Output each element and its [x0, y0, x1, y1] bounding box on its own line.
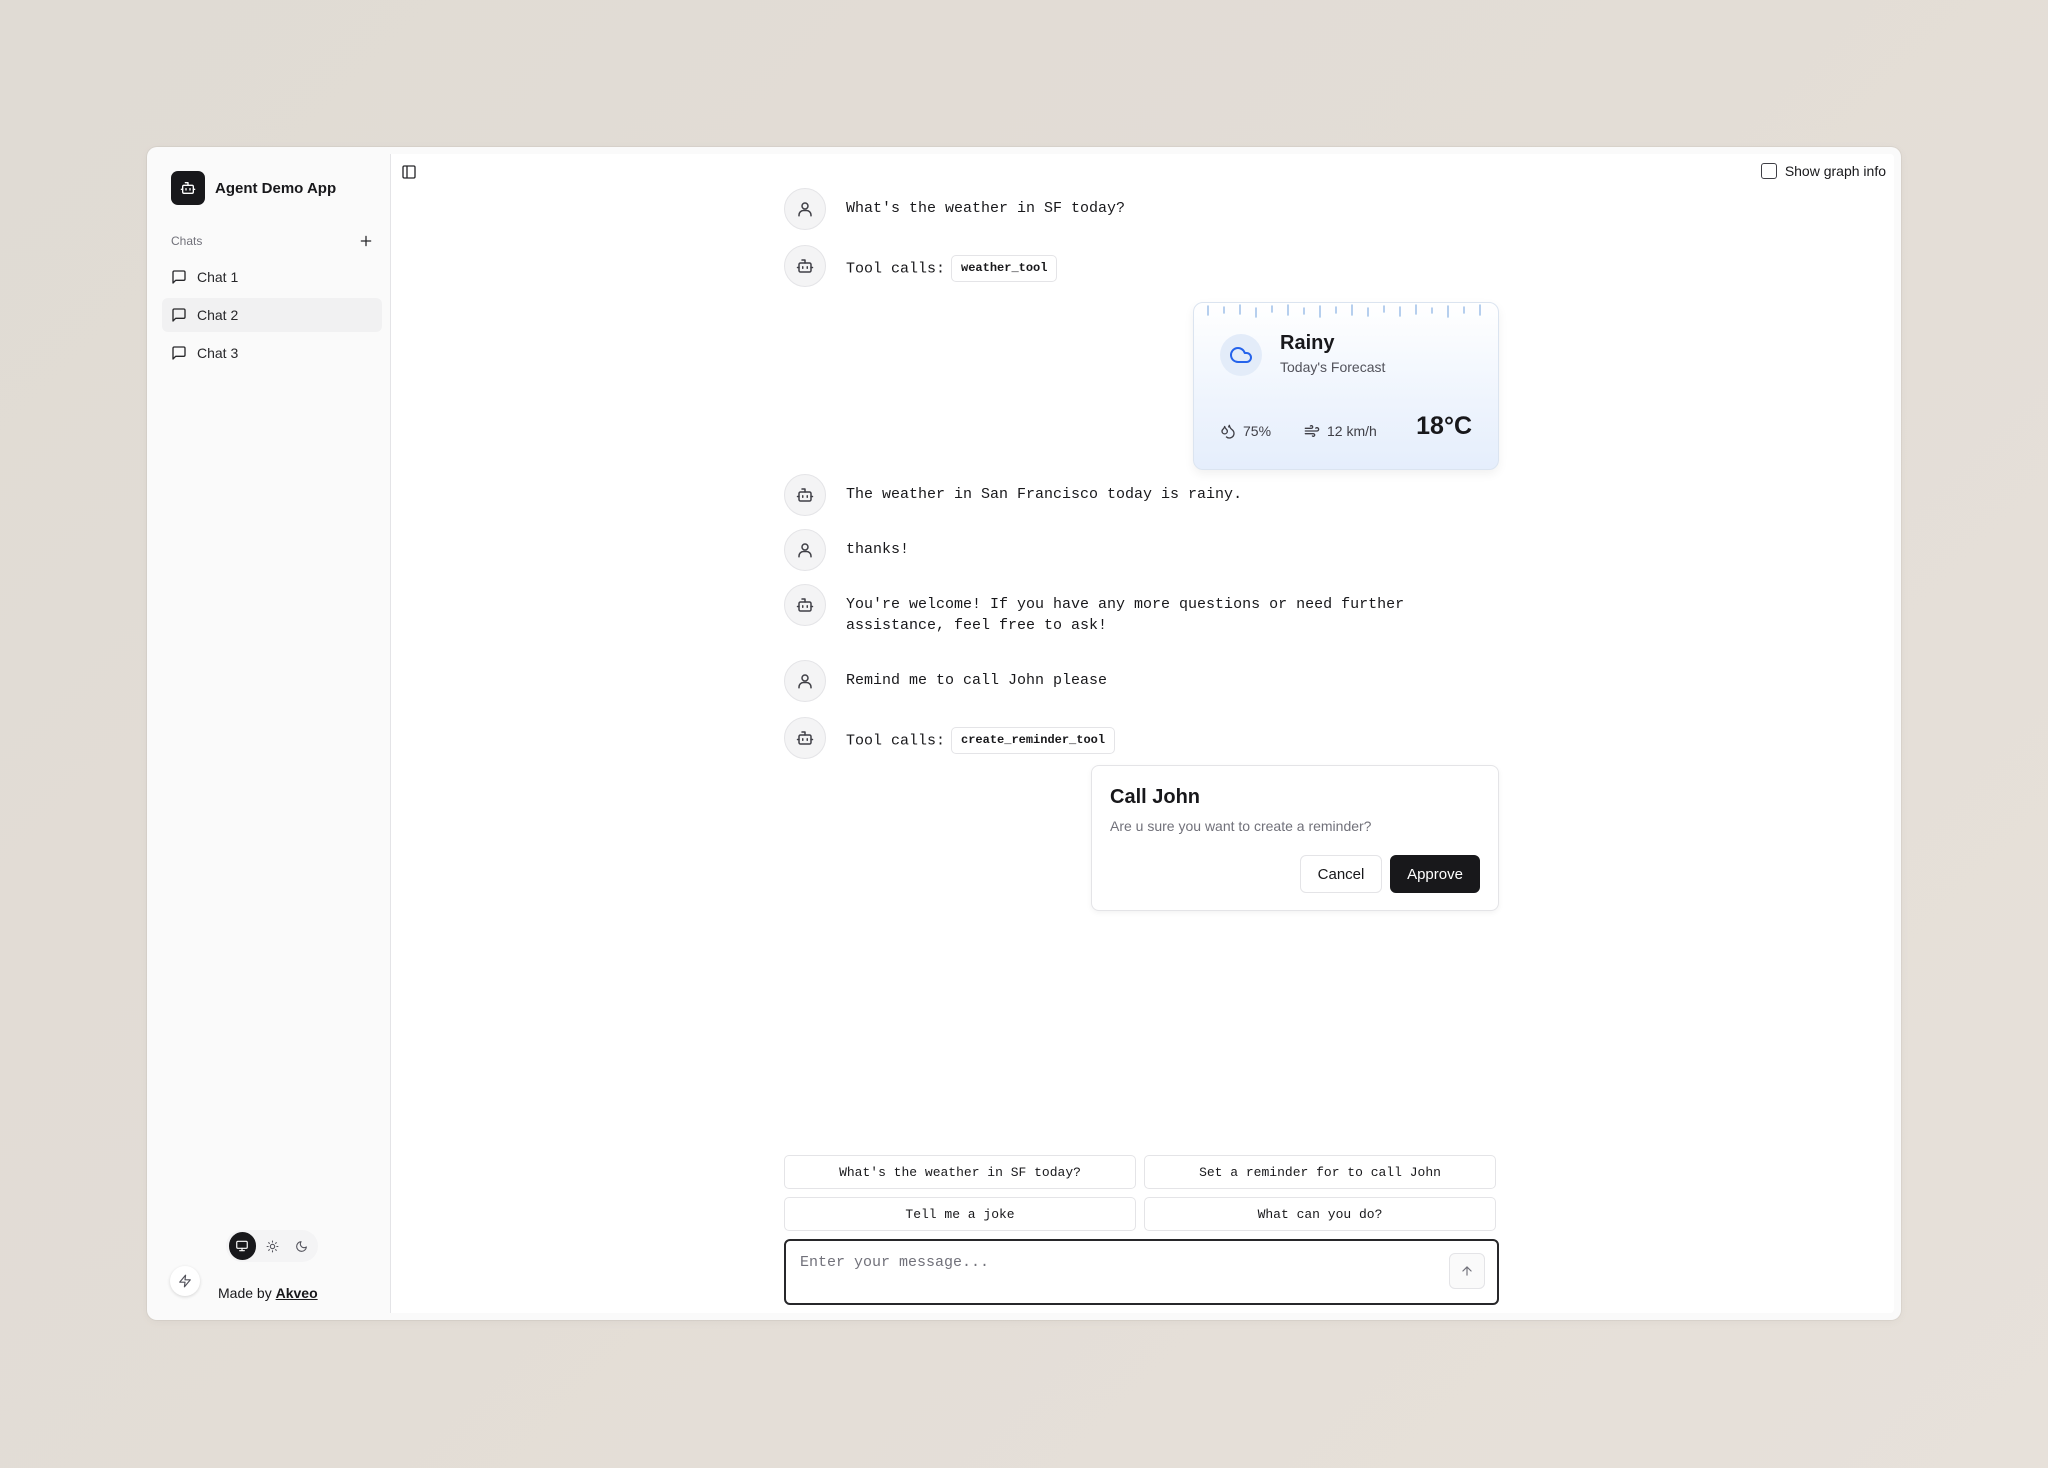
user-avatar	[784, 529, 826, 571]
sidebar: Agent Demo App Chats Chat 1 Chat 2 Chat …	[154, 154, 391, 1313]
suggestion-button[interactable]: Set a reminder for to call John	[1144, 1155, 1496, 1189]
message-text: thanks!	[846, 541, 910, 558]
message-square-icon	[172, 346, 186, 360]
new-chat-button[interactable]	[358, 233, 374, 249]
message-square-icon	[172, 308, 186, 322]
user-avatar	[784, 660, 826, 702]
bot-avatar	[784, 474, 826, 516]
approve-button[interactable]: Approve	[1390, 855, 1480, 893]
show-graph-info-toggle[interactable]: Show graph info	[1760, 163, 1886, 179]
bot-icon	[796, 731, 814, 745]
panel-left-icon	[402, 165, 416, 179]
app-window: Agent Demo App Chats Chat 1 Chat 2 Chat …	[147, 147, 1901, 1320]
bot-avatar	[784, 584, 826, 626]
made-by-credit: Made by Akveo	[218, 1285, 318, 1301]
tool-calls-label: Tool calls:	[846, 732, 946, 750]
humidity-value: 75%	[1243, 423, 1272, 439]
app-title: Agent Demo App	[215, 179, 337, 197]
akveo-link[interactable]: Akveo	[276, 1285, 318, 1301]
tool-chip-weather: weather_tool	[951, 255, 1058, 282]
toggle-sidebar-button[interactable]	[401, 164, 419, 182]
chat-main: Show graph info What's the weather in SF…	[391, 154, 1894, 1313]
graph-info-label: Show graph info	[1784, 163, 1886, 179]
bot-icon	[171, 171, 205, 205]
message-assistant-tool-call: Tool calls: create_reminder_tool	[784, 717, 1446, 759]
bot-icon	[796, 598, 814, 612]
bot-avatar	[784, 717, 826, 759]
bot-icon	[796, 488, 814, 502]
weather-condition: Rainy	[1280, 332, 1335, 354]
message-assistant: The weather in San Francisco today is ra…	[784, 474, 1446, 516]
arrow-up-icon	[1462, 1266, 1472, 1276]
droplets-icon	[1221, 424, 1235, 439]
sidebar-item-chat-1[interactable]: Chat 1	[162, 260, 382, 294]
sidebar-item-chat-2[interactable]: Chat 2	[162, 298, 382, 332]
sun-icon	[266, 1240, 278, 1252]
chat-list: Chat 1 Chat 2 Chat 3	[162, 260, 382, 374]
made-by-prefix: Made by	[218, 1285, 272, 1301]
message-user: Remind me to call John please	[784, 660, 1446, 702]
chats-label: Chats	[171, 234, 203, 248]
suggestion-button[interactable]: Tell me a joke	[784, 1197, 1136, 1231]
bot-icon	[796, 259, 814, 273]
message-user: What's the weather in SF today?	[784, 188, 1446, 230]
message-assistant: You're welcome! If you have any more que…	[784, 584, 1446, 636]
message-text: You're welcome! If you have any more que…	[846, 596, 1405, 634]
plus-icon	[360, 235, 372, 247]
graph-info-checkbox[interactable]	[1760, 163, 1777, 179]
moon-icon	[296, 1240, 308, 1252]
tool-chip-reminder: create_reminder_tool	[951, 727, 1116, 754]
temperature-value: 18°C	[1416, 412, 1472, 440]
suggestion-button[interactable]: What's the weather in SF today?	[784, 1155, 1136, 1189]
zap-icon	[179, 1274, 191, 1288]
reminder-title: Call John	[1110, 786, 1201, 808]
rain-drops-decoration	[1207, 304, 1481, 318]
message-square-icon	[172, 270, 186, 284]
user-avatar	[784, 188, 826, 230]
message-text: What's the weather in SF today?	[846, 200, 1126, 217]
bot-avatar	[784, 245, 826, 287]
sidebar-item-chat-3[interactable]: Chat 3	[162, 336, 382, 370]
cloud-icon	[1230, 347, 1252, 363]
user-icon	[798, 674, 812, 689]
message-text: The weather in San Francisco today is ra…	[846, 486, 1243, 503]
message-composer	[784, 1239, 1499, 1305]
zap-button[interactable]	[170, 1266, 200, 1296]
reminder-description: Are u sure you want to create a reminder…	[1110, 818, 1372, 834]
sidebar-item-label: Chat 3	[197, 345, 239, 361]
tool-calls-label: Tool calls:	[846, 260, 946, 278]
message-user: thanks!	[784, 529, 1446, 571]
monitor-icon	[236, 1240, 249, 1252]
cloud-icon-badge	[1220, 334, 1262, 376]
theme-switcher	[226, 1230, 318, 1262]
user-icon	[798, 543, 812, 558]
sidebar-item-label: Chat 1	[197, 269, 239, 285]
weather-card: Rainy Today's Forecast 75% 12 km/h 18°C	[1193, 302, 1499, 470]
theme-system-button[interactable]	[229, 1232, 256, 1260]
message-text: Remind me to call John please	[846, 672, 1108, 689]
suggestion-button[interactable]: What can you do?	[1144, 1197, 1496, 1231]
brand[interactable]: Agent Demo App	[171, 171, 336, 205]
message-content: Tool calls: weather_tool	[846, 245, 1446, 282]
cancel-button[interactable]: Cancel	[1300, 855, 1382, 893]
sidebar-item-label: Chat 2	[197, 307, 239, 323]
theme-light-button[interactable]	[259, 1232, 286, 1260]
message-content: Tool calls: create_reminder_tool	[846, 717, 1446, 754]
wind-icon	[1304, 425, 1320, 437]
wind-value: 12 km/h	[1327, 423, 1377, 439]
message-input[interactable]	[800, 1251, 1420, 1273]
wind-stat: 12 km/h	[1304, 423, 1377, 439]
weather-subtitle: Today's Forecast	[1280, 359, 1386, 375]
user-icon	[798, 202, 812, 217]
humidity-stat: 75%	[1220, 423, 1271, 439]
send-button[interactable]	[1449, 1253, 1485, 1289]
app-frame: Agent Demo App Chats Chat 1 Chat 2 Chat …	[154, 154, 1894, 1313]
reminder-confirm-card: Call John Are u sure you want to create …	[1091, 765, 1499, 911]
theme-dark-button[interactable]	[288, 1232, 315, 1260]
message-assistant-tool-call: Tool calls: weather_tool	[784, 245, 1446, 287]
chats-header: Chats	[171, 233, 374, 249]
